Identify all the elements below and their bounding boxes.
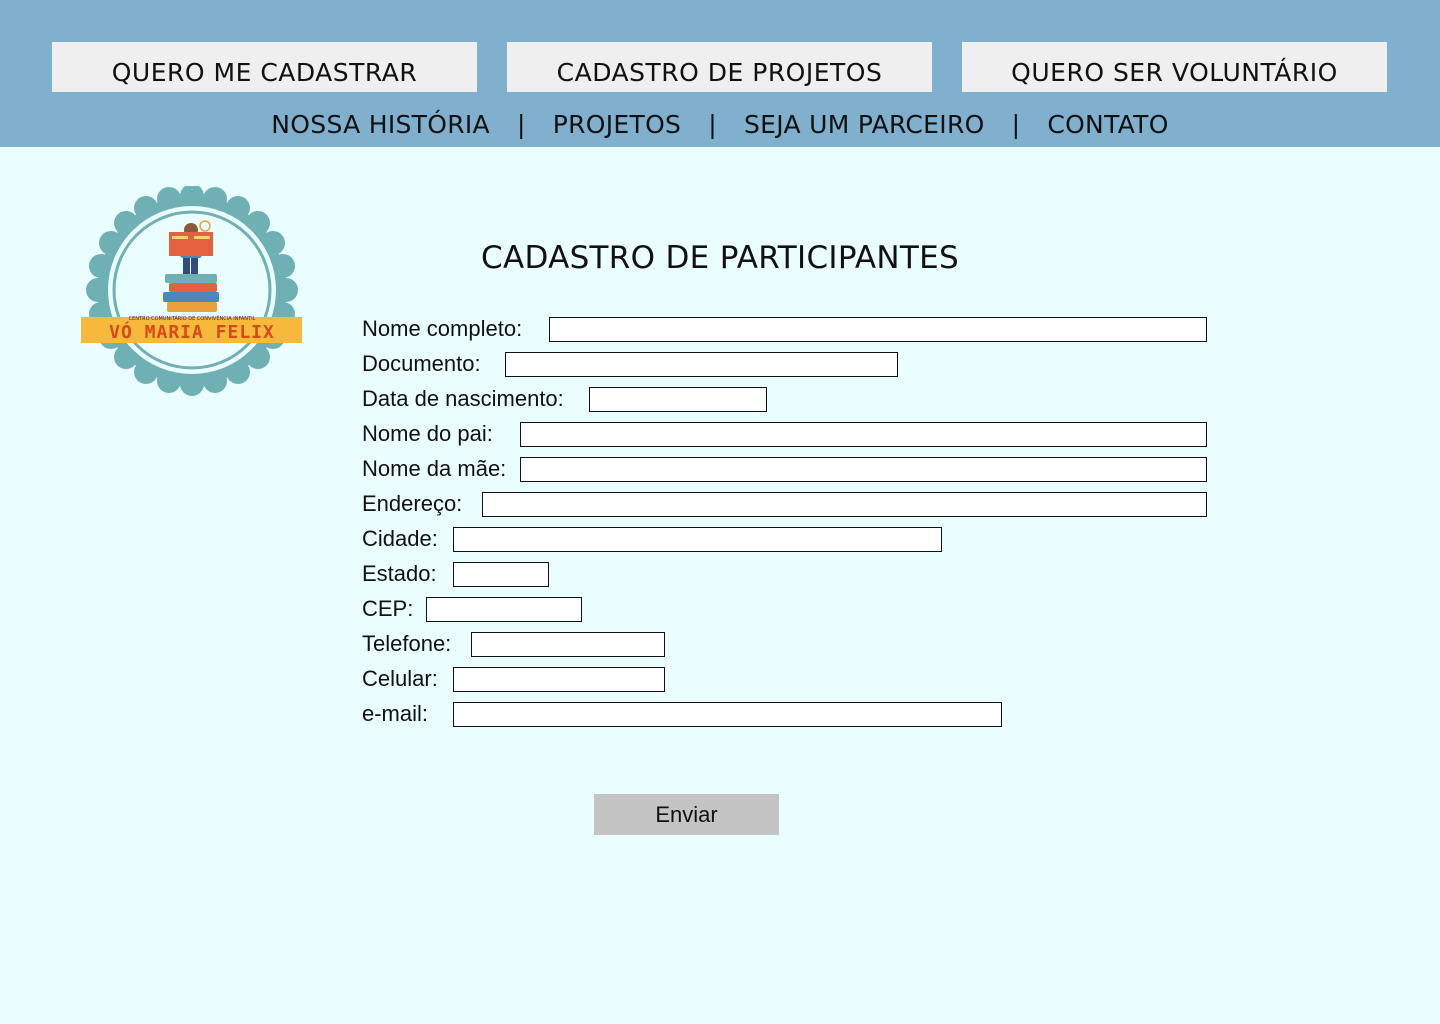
main-nav: NOSSA HISTÓRIA | PROJETOS | SEJA UM PARC… xyxy=(0,104,1440,144)
estado-label: Estado: xyxy=(362,561,437,586)
nav-separator: | xyxy=(1011,109,1021,139)
documento-input[interactable] xyxy=(505,352,898,377)
page-title: CADASTRO DE PARTICIPANTES xyxy=(481,240,959,276)
email-label: e-mail: xyxy=(362,701,429,726)
organization-logo: CENTRO COMUNITÁRIO DE CONVIVÊNCIA INFANT… xyxy=(79,184,305,396)
nome-pai-label: Nome do pai: xyxy=(362,421,493,446)
nome-mae-label: Nome da mãe: xyxy=(362,456,507,481)
nav-nossa-historia[interactable]: NOSSA HISTÓRIA xyxy=(271,110,490,139)
nome-completo-label: Nome completo: xyxy=(362,316,523,341)
endereco-label: Endereço: xyxy=(362,491,463,516)
email-input[interactable] xyxy=(453,702,1002,727)
telefone-input[interactable] xyxy=(471,632,665,657)
enviar-button[interactable]: Enviar xyxy=(594,794,779,835)
nav-contato[interactable]: CONTATO xyxy=(1047,110,1168,139)
cep-input[interactable] xyxy=(426,597,582,622)
header: QUERO ME CADASTRAR CADASTRO DE PROJETOS … xyxy=(0,0,1440,147)
quero-me-cadastrar-button[interactable]: QUERO ME CADASTRAR xyxy=(52,42,477,92)
nome-completo-input[interactable] xyxy=(549,317,1207,342)
data-nascimento-label: Data de nascimento: xyxy=(362,386,564,411)
logo-name: VÓ MARIA FELIX xyxy=(109,322,275,343)
celular-label: Celular: xyxy=(362,666,438,691)
cep-label: CEP: xyxy=(362,596,414,621)
nav-separator: | xyxy=(516,109,526,139)
data-nascimento-input[interactable] xyxy=(589,387,767,412)
nome-pai-input[interactable] xyxy=(520,422,1207,447)
cidade-label: Cidade: xyxy=(362,526,438,551)
nav-seja-um-parceiro[interactable]: SEJA UM PARCEIRO xyxy=(744,110,985,139)
celular-input[interactable] xyxy=(453,667,665,692)
nav-projetos[interactable]: PROJETOS xyxy=(553,110,682,139)
telefone-label: Telefone: xyxy=(362,631,452,656)
endereco-input[interactable] xyxy=(482,492,1207,517)
cadastro-de-projetos-button[interactable]: CADASTRO DE PROJETOS xyxy=(507,42,932,92)
nome-mae-input[interactable] xyxy=(520,457,1207,482)
cidade-input[interactable] xyxy=(453,527,942,552)
quero-ser-voluntario-button[interactable]: QUERO SER VOLUNTÁRIO xyxy=(962,42,1387,92)
estado-input[interactable] xyxy=(453,562,549,587)
documento-label: Documento: xyxy=(362,351,481,376)
nav-separator: | xyxy=(708,109,717,139)
